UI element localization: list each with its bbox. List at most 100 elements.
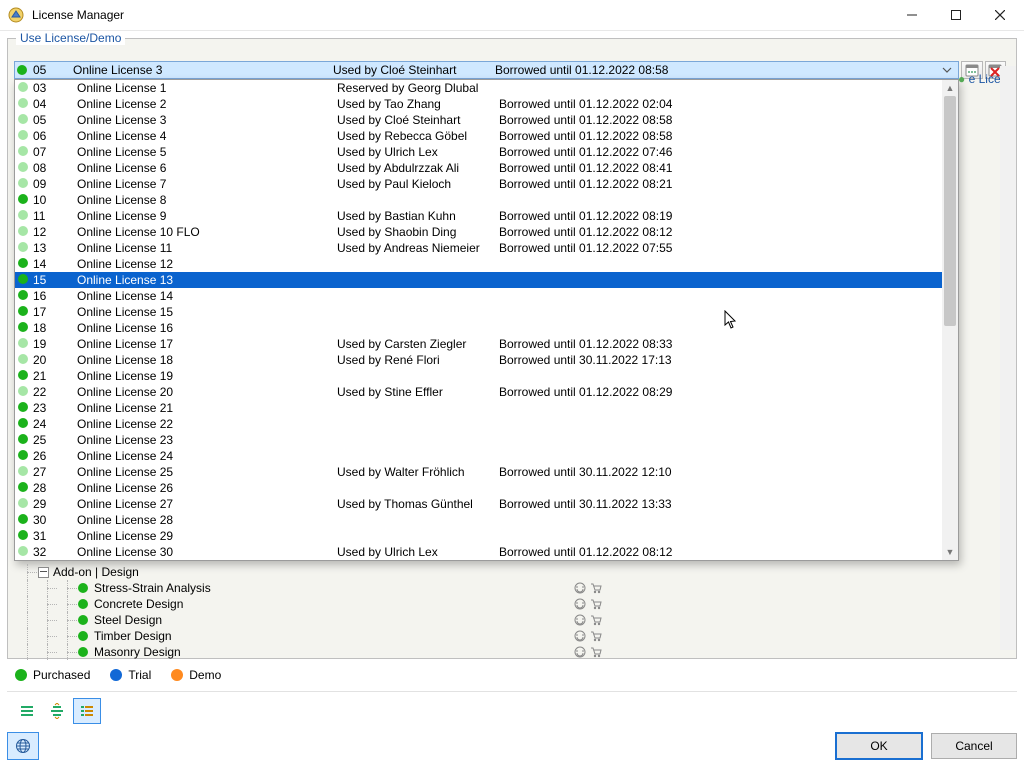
scroll-track[interactable] [942,96,958,544]
dot-orange-icon [171,669,183,681]
status-dot-icon [15,305,31,319]
license-row[interactable]: 03Online License 1Reserved by Georg Dlub… [15,80,942,96]
status-dot-icon [78,631,88,641]
tree-leaf-label: Stress-Strain Analysis [94,581,574,595]
cart-icon[interactable] [590,614,606,626]
tree-leaf[interactable]: Masonry Design [18,644,1003,660]
license-row[interactable]: 27Online License 25Used by Walter Fröhli… [15,464,942,480]
license-row[interactable]: 13Online License 11Used by Andreas Nieme… [15,240,942,256]
row-user: Used by Tao Zhang [337,97,499,111]
info-icon[interactable] [574,614,590,626]
row-number: 31 [31,529,73,543]
row-borrow: Borrowed until 01.12.2022 08:12 [499,545,799,559]
info-icon[interactable] [574,598,590,610]
license-row[interactable]: 17Online License 15 [15,304,942,320]
tree-leaf[interactable]: Stress-Strain Analysis [18,580,1003,596]
license-row[interactable]: 12Online License 10 FLOUsed by Shaobin D… [15,224,942,240]
tree-leaf[interactable]: Steel Design [18,612,1003,628]
license-row[interactable]: 14Online License 12 [15,256,942,272]
ok-button[interactable]: OK [835,732,923,760]
license-row[interactable]: 07Online License 5Used by Ulrich LexBorr… [15,144,942,160]
license-row[interactable]: 28Online License 26 [15,480,942,496]
combo-name: Online License 3 [73,63,333,77]
list-view-button[interactable] [73,698,101,724]
row-number: 29 [31,497,73,511]
row-borrow: Borrowed until 01.12.2022 08:21 [499,177,799,191]
info-icon[interactable] [574,646,590,658]
status-dot-icon [15,337,31,351]
status-dot-icon [15,369,31,383]
addon-tree[interactable]: Add-on | Design Stress-Strain AnalysisCo… [18,564,1003,660]
cart-icon[interactable] [590,582,606,594]
row-name: Online License 14 [73,289,337,303]
license-row[interactable]: 23Online License 21 [15,400,942,416]
tree-leaf-label: Timber Design [94,629,574,643]
license-row[interactable]: 06Online License 4Used by Rebecca GöbelB… [15,128,942,144]
row-name: Online License 5 [73,145,337,159]
row-name: Online License 2 [73,97,337,111]
chevron-down-icon[interactable] [942,65,958,75]
row-number: 22 [31,385,73,399]
license-row[interactable]: 20Online License 18Used by René FloriBor… [15,352,942,368]
license-row[interactable]: 31Online License 29 [15,528,942,544]
dot-blue-icon [110,669,122,681]
legend-trial: Trial [110,668,151,682]
info-icon[interactable] [574,630,590,642]
license-row[interactable]: 30Online License 28 [15,512,942,528]
scroll-up-icon[interactable]: ▲ [942,80,958,96]
license-row[interactable]: 32Online License 30Used by Ulrich LexBor… [15,544,942,560]
status-dot-icon [15,129,31,143]
license-row[interactable]: 29Online License 27Used by Thomas Günthe… [15,496,942,512]
status-dot-icon [15,225,31,239]
expand-all-button[interactable] [13,698,41,724]
license-row[interactable]: 22Online License 20Used by Stine EfflerB… [15,384,942,400]
row-name: Online License 25 [73,465,337,479]
row-borrow: Borrowed until 01.12.2022 08:58 [499,129,799,143]
cart-icon[interactable] [590,630,606,642]
license-row[interactable]: 16Online License 14 [15,288,942,304]
scroll-thumb[interactable] [944,96,956,326]
license-row[interactable]: 04Online License 2Used by Tao ZhangBorro… [15,96,942,112]
status-dot-icon [15,497,31,511]
vertical-scrollbar[interactable]: ▲ ▼ [942,80,958,560]
license-combobox[interactable]: 05 Online License 3 Used by Cloé Steinha… [14,61,959,79]
collapse-icon[interactable] [38,567,49,578]
license-row[interactable]: 18Online License 16 [15,320,942,336]
scroll-down-icon[interactable]: ▼ [942,544,958,560]
tree-vertical-scrollbar[interactable] [1000,66,1016,650]
license-row[interactable]: 19Online License 17Used by Carsten Ziegl… [15,336,942,352]
cancel-button[interactable]: Cancel [931,733,1017,759]
minimize-button[interactable] [890,1,934,29]
row-number: 26 [31,449,73,463]
row-borrow: Borrowed until 01.12.2022 08:29 [499,385,799,399]
collapse-all-button[interactable] [43,698,71,724]
status-dot-icon [15,385,31,399]
close-button[interactable] [978,1,1022,29]
status-dot-icon [78,647,88,657]
language-button[interactable] [7,732,39,760]
status-dot-icon [15,193,31,207]
tree-node-addon-design[interactable]: Add-on | Design [18,564,1003,580]
license-row[interactable]: 15Online License 13 [15,272,942,288]
license-row[interactable]: 10Online License 8 [15,192,942,208]
legend-demo: Demo [171,668,221,682]
row-borrow: Borrowed until 30.11.2022 12:10 [499,465,799,479]
info-icon[interactable] [574,582,590,594]
license-row[interactable]: 25Online License 23 [15,432,942,448]
cart-icon[interactable] [590,598,606,610]
license-row[interactable]: 11Online License 9Used by Bastian KuhnBo… [15,208,942,224]
cart-icon[interactable] [590,646,606,658]
license-row[interactable]: 21Online License 19 [15,368,942,384]
tree-leaf[interactable]: Timber Design [18,628,1003,644]
status-dot-icon [15,63,33,77]
license-listbox[interactable]: 03Online License 1Reserved by Georg Dlub… [14,79,959,561]
license-row[interactable]: 26Online License 24 [15,448,942,464]
license-row[interactable]: 08Online License 6Used by Abdulrzzak Ali… [15,160,942,176]
license-row[interactable]: 05Online License 3Used by Cloé Steinhart… [15,112,942,128]
maximize-button[interactable] [934,1,978,29]
license-row[interactable]: 09Online License 7Used by Paul KielochBo… [15,176,942,192]
row-name: Online License 21 [73,401,337,415]
license-row[interactable]: 24Online License 22 [15,416,942,432]
tree-leaf[interactable]: Concrete Design [18,596,1003,612]
row-number: 06 [31,129,73,143]
